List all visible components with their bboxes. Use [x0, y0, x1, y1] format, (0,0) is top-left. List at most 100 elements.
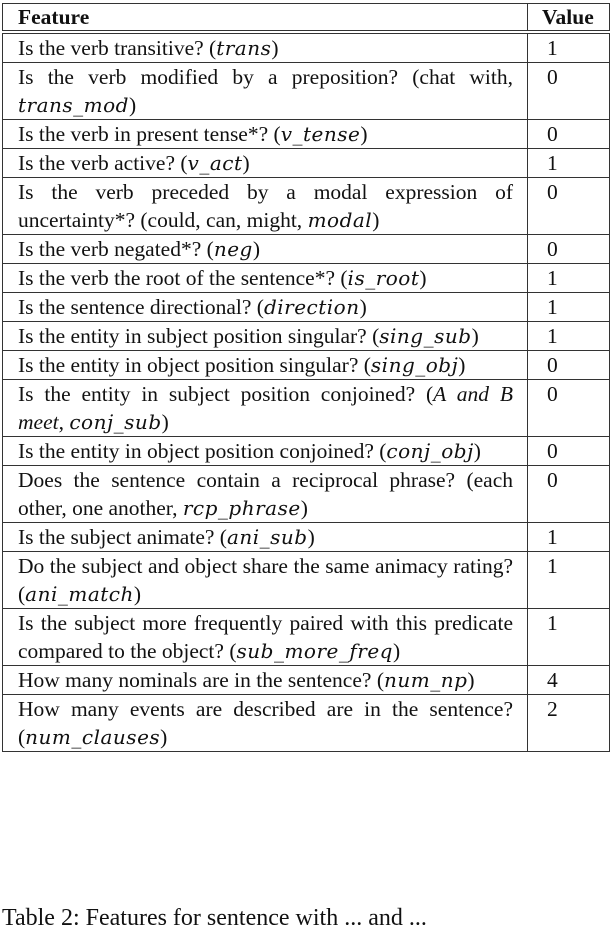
- feature-code: modal: [307, 208, 373, 232]
- feature-sep: ,: [58, 410, 70, 434]
- table-row: Is the verb preceded by a modal expressi…: [2, 177, 610, 235]
- feature-cell: Is the verb the root of the sentence*? (…: [2, 263, 528, 293]
- feature-code: rcp_phrase: [182, 496, 301, 520]
- feature-close: ): [458, 353, 466, 377]
- feature-code: sing_sub: [379, 324, 472, 348]
- feature-cell: Is the verb modified by a preposition? (…: [2, 62, 528, 120]
- value-cell: 2: [527, 694, 610, 752]
- feature-code: trans_mod: [18, 93, 129, 117]
- value-cell: 0: [527, 465, 610, 523]
- feature-cell: Is the verb preceded by a modal expressi…: [2, 177, 528, 235]
- table-row: Does the sentence contain a reciprocal p…: [2, 465, 610, 523]
- feature-close: ): [160, 725, 168, 749]
- feature-question: Is the sentence directional? (: [18, 295, 264, 319]
- value-cell: 1: [527, 31, 610, 63]
- feature-close: ): [300, 496, 308, 520]
- feature-question: Is the entity in object position singula…: [18, 353, 371, 377]
- feature-cell: Is the subject more frequently paired wi…: [2, 608, 528, 666]
- table-row: Is the entity in subject position conjoi…: [2, 379, 610, 437]
- feature-close: ): [419, 266, 427, 290]
- feature-close: ): [242, 151, 250, 175]
- value-cell: 1: [527, 608, 610, 666]
- feature-code: sub_more_freq: [236, 639, 393, 663]
- value-cell: 0: [527, 119, 610, 149]
- feature-cell: Is the entity in subject position conjoi…: [2, 379, 528, 437]
- features-table: Feature Value Is the verb transitive? (t…: [2, 3, 610, 752]
- feature-cell: Is the verb negated*? (neg): [2, 234, 528, 264]
- header-value: Value: [527, 3, 610, 33]
- feature-code: ani_match: [25, 582, 134, 606]
- feature-close: ): [161, 410, 169, 434]
- feature-code: trans: [216, 36, 272, 60]
- table-row: How many events are described are in the…: [2, 694, 610, 752]
- table-caption: Table 2: Features for sentence with ... …: [2, 905, 427, 931]
- table-header-row: Feature Value: [2, 3, 610, 33]
- feature-close: ): [271, 36, 279, 60]
- header-feature: Feature: [2, 3, 528, 33]
- value-cell: 4: [527, 665, 610, 695]
- feature-cell: Does the sentence contain a reciprocal p…: [2, 465, 528, 523]
- feature-close: ): [467, 668, 475, 692]
- feature-question: Is the entity in object position conjoin…: [18, 439, 387, 463]
- feature-cell: Is the entity in object position conjoin…: [2, 436, 528, 466]
- table-row: Is the entity in subject position singul…: [2, 321, 610, 351]
- table-body: Is the verb transitive? (trans) 1 Is the…: [2, 31, 610, 752]
- table-row: How many nominals are in the sentence? (…: [2, 665, 610, 695]
- table-row: Is the entity in object position conjoin…: [2, 436, 610, 466]
- value-cell: 1: [527, 263, 610, 293]
- feature-code: direction: [263, 295, 360, 319]
- feature-cell: How many nominals are in the sentence? (…: [2, 665, 528, 695]
- value-cell: 0: [527, 62, 610, 120]
- feature-close: ): [372, 208, 380, 232]
- feature-cell: Is the verb in present tense*? (v_tense): [2, 119, 528, 149]
- feature-cell: Do the subject and object share the same…: [2, 551, 528, 609]
- feature-code: sing_obj: [370, 353, 459, 377]
- feature-question: Is the verb transitive? (: [18, 36, 217, 60]
- feature-close: ): [360, 122, 368, 146]
- feature-question: Is the verb active? (: [18, 151, 188, 175]
- feature-cell: Is the verb active? (v_act): [2, 148, 528, 178]
- feature-question: Is the subject animate? (: [18, 525, 227, 549]
- table-row: Is the verb in present tense*? (v_tense)…: [2, 119, 610, 149]
- table-row: Is the entity in object position singula…: [2, 350, 610, 380]
- feature-code: num_clauses: [25, 725, 161, 749]
- feature-code: conj_sub: [69, 410, 162, 434]
- table-row: Do the subject and object share the same…: [2, 551, 610, 609]
- feature-question: Is the verb negated*? (: [18, 237, 214, 261]
- feature-close: ): [471, 324, 479, 348]
- feature-code: v_act: [187, 151, 243, 175]
- value-cell: 0: [527, 350, 610, 380]
- value-cell: 0: [527, 177, 610, 235]
- feature-code: neg: [213, 237, 253, 261]
- feature-question: Is the verb in present tense*? (: [18, 122, 281, 146]
- feature-close: ): [473, 439, 481, 463]
- table-row: Is the verb transitive? (trans) 1: [2, 31, 610, 63]
- feature-code: is_root: [347, 266, 420, 290]
- table-row: Is the subject animate? (ani_sub) 1: [2, 522, 610, 552]
- feature-close: ): [133, 582, 142, 606]
- table-row: Is the verb negated*? (neg) 0: [2, 234, 610, 264]
- value-cell: 1: [527, 321, 610, 351]
- feature-close: ): [359, 295, 367, 319]
- feature-question: Is the entity in subject position conjoi…: [18, 382, 434, 406]
- feature-cell: Is the entity in subject position singul…: [2, 321, 528, 351]
- feature-cell: Is the subject animate? (ani_sub): [2, 522, 528, 552]
- table-row: Is the verb active? (v_act) 1: [2, 148, 610, 178]
- feature-cell: Is the verb transitive? (trans): [2, 31, 528, 63]
- feature-code: v_tense: [280, 122, 361, 146]
- value-cell: 1: [527, 148, 610, 178]
- table-row: Is the verb the root of the sentence*? (…: [2, 263, 610, 293]
- feature-question: Is the verb the root of the sentence*? (: [18, 266, 348, 290]
- table-row: Is the verb modified by a preposition? (…: [2, 62, 610, 120]
- table-row: Is the sentence directional? (direction)…: [2, 292, 610, 322]
- feature-code: conj_obj: [386, 439, 474, 463]
- value-cell: 1: [527, 551, 610, 609]
- value-cell: 0: [527, 234, 610, 264]
- feature-question: Is the verb modified by a preposition? (…: [18, 65, 513, 89]
- feature-close: ): [392, 639, 401, 663]
- feature-cell: Is the sentence directional? (direction): [2, 292, 528, 322]
- feature-close: ): [252, 237, 261, 261]
- feature-close: ): [128, 93, 137, 117]
- value-cell: 1: [527, 522, 610, 552]
- value-cell: 0: [527, 379, 610, 437]
